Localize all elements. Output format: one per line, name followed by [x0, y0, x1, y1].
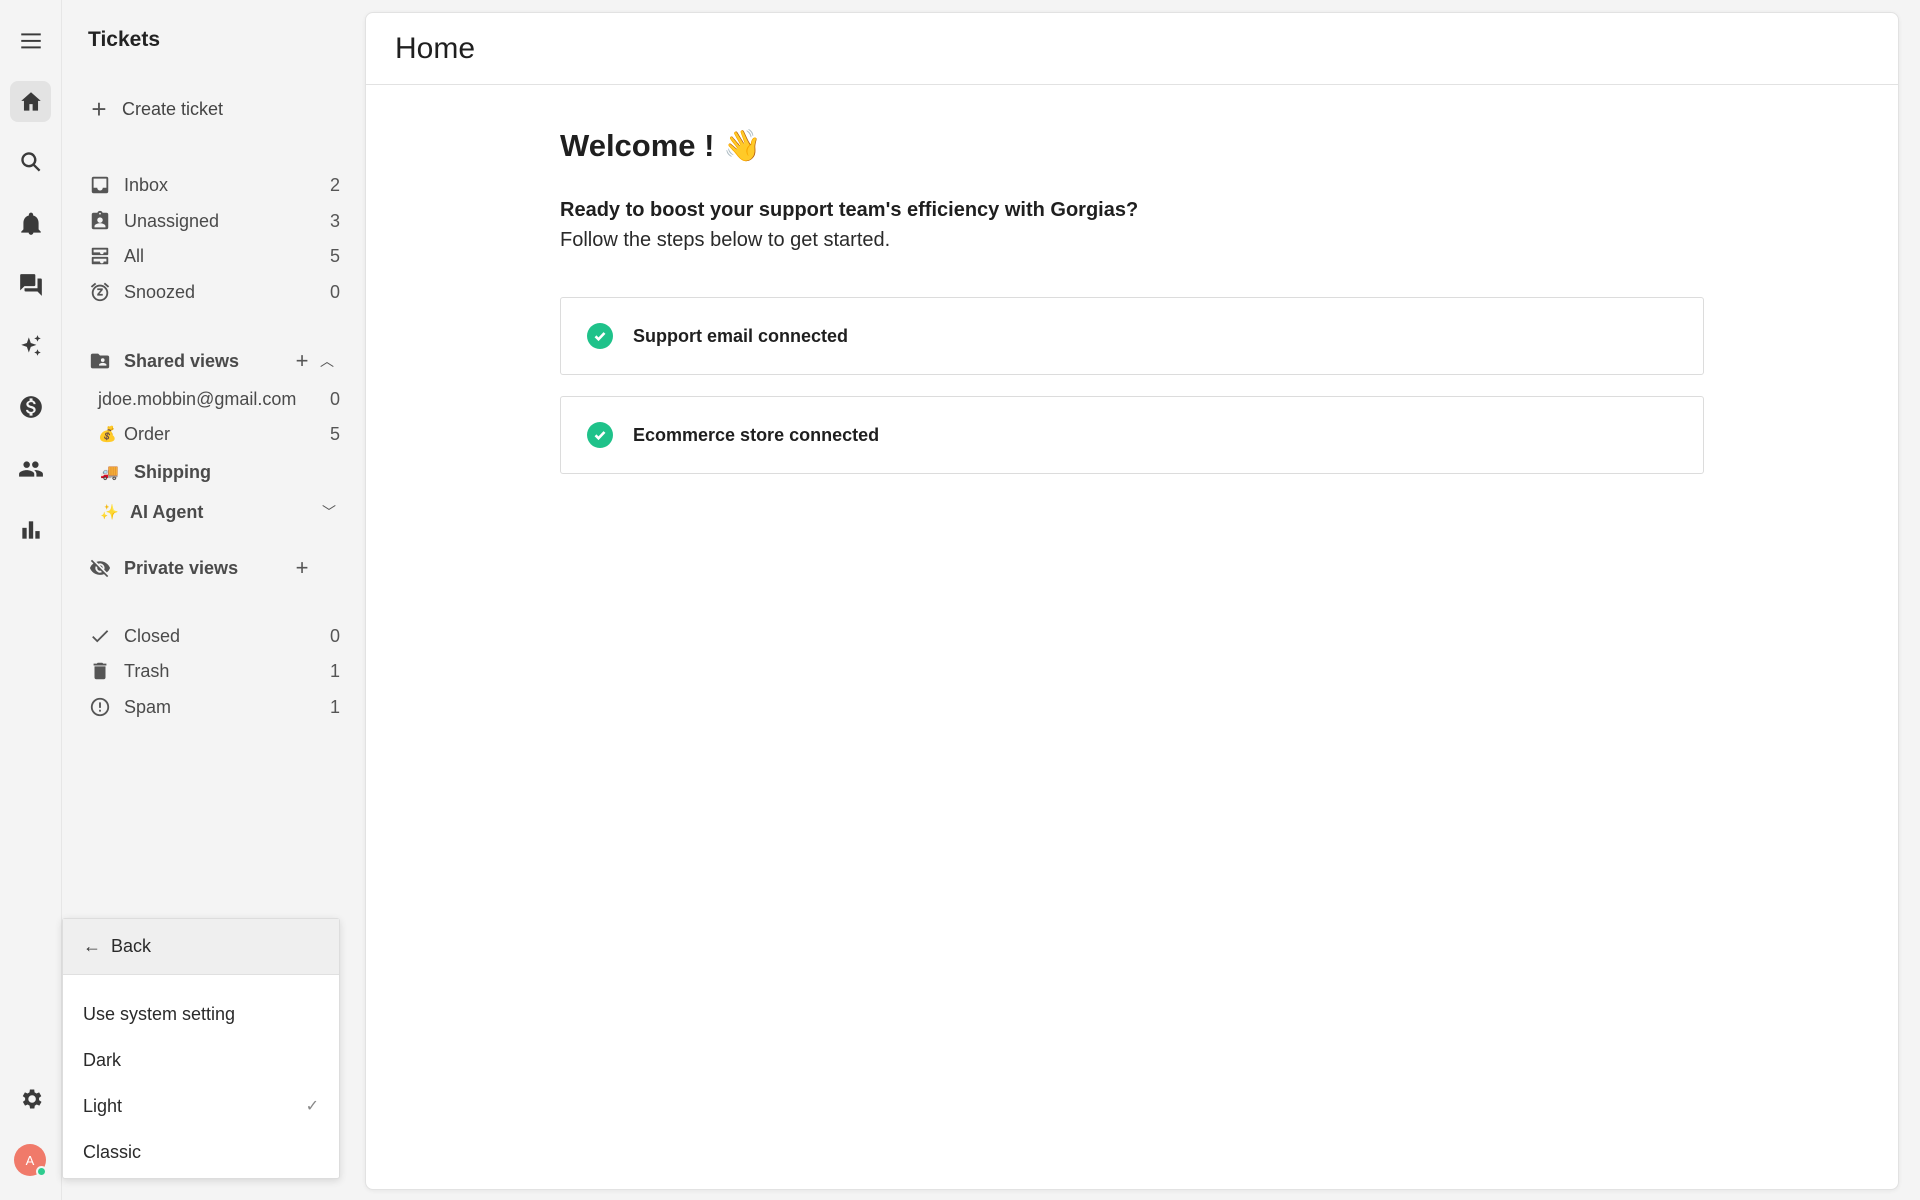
nav-item-label: Closed [124, 625, 181, 646]
view-item-order[interactable]: 💰 Order 5 [98, 417, 340, 451]
view-folder-ai-agent[interactable]: ✨ AI Agent ﹀ [100, 495, 342, 529]
nav-item-label: Snoozed [124, 281, 196, 302]
nav-item-count: 1 [329, 696, 340, 717]
nav-item-count: 1 [329, 660, 340, 681]
view-folder-shipping[interactable]: 🚚 Shipping [100, 455, 342, 489]
truck-icon: 🚚 [100, 464, 119, 481]
theme-option-label: Use system setting [83, 1003, 236, 1024]
users-icon[interactable] [10, 448, 51, 489]
checkmark-icon: ✓ [305, 1098, 319, 1115]
online-status-dot [36, 1166, 47, 1177]
add-private-view-button[interactable]: + [290, 555, 314, 581]
sparkle-icon[interactable] [10, 325, 51, 366]
alert-icon [88, 695, 112, 719]
alarm-icon [88, 280, 112, 304]
back-button[interactable]: ← Back [63, 919, 339, 975]
create-ticket-button[interactable]: + Create ticket [88, 94, 223, 124]
page-title: Home [395, 31, 476, 65]
step-label: Ecommerce store connected [633, 424, 880, 445]
theme-menu: ← Back Use system setting Dark Light ✓ C… [62, 918, 340, 1179]
chat-icon[interactable] [10, 264, 51, 305]
nav-item-count: 5 [329, 245, 340, 266]
create-ticket-label: Create ticket [122, 98, 224, 119]
badge-icon [88, 209, 112, 233]
shared-views-label: Shared views [124, 350, 240, 371]
view-item-email[interactable]: jdoe.mobbin@gmail.com 0 [98, 382, 340, 416]
bar-chart-icon[interactable] [10, 509, 51, 550]
back-label: Back [111, 936, 152, 956]
view-folder-label: Shipping [134, 461, 211, 482]
private-views-label: Private views [124, 557, 239, 578]
view-folder-label: AI Agent [130, 501, 204, 522]
private-views-header[interactable]: Private views + [88, 551, 340, 585]
chevron-down-icon[interactable]: ﹀ [316, 502, 342, 522]
eye-off-icon [88, 556, 112, 580]
sparkles-icon: ✨ [100, 504, 119, 521]
nav-item-label: Spam [124, 696, 172, 717]
theme-option-dark[interactable]: Dark [63, 1037, 339, 1083]
step-label: Support email connected [633, 325, 849, 346]
inbox-icon [88, 173, 112, 197]
theme-option-label: Classic [83, 1141, 142, 1162]
menu-icon[interactable] [10, 20, 51, 61]
shared-views-header[interactable]: Shared views + ︿ [88, 344, 340, 378]
dollar-icon[interactable] [10, 386, 51, 427]
intro-heading: Ready to boost your support team's effic… [560, 199, 1139, 221]
nav-title: Tickets [88, 28, 160, 51]
money-bag-icon: 💰 [98, 426, 117, 443]
tray-icon [88, 244, 112, 268]
nav-item-label: All [124, 245, 145, 266]
theme-option-system[interactable]: Use system setting [63, 991, 339, 1037]
view-item-count: 5 [329, 423, 340, 444]
theme-option-label: Light [83, 1095, 123, 1116]
nav-item-count: 3 [329, 210, 340, 231]
page-header: Home [366, 13, 1898, 85]
shared-folder-icon [88, 349, 112, 373]
view-item-count: 0 [329, 388, 340, 409]
avatar-initial: A [25, 1152, 35, 1168]
nav-item-trash[interactable]: Trash 1 [88, 654, 340, 688]
step-support-email[interactable]: Support email connected [560, 297, 1704, 375]
search-icon[interactable] [10, 141, 51, 182]
nav-item-label: Trash [124, 660, 170, 681]
nav-item-unassigned[interactable]: Unassigned 3 [88, 204, 340, 238]
check-icon [88, 624, 112, 648]
plus-icon: + [91, 94, 107, 124]
nav-item-label: Unassigned [124, 210, 220, 231]
view-item-label: Order [124, 423, 171, 444]
theme-option-classic[interactable]: Classic [63, 1129, 339, 1175]
nav-item-closed[interactable]: Closed 0 [88, 619, 340, 653]
theme-option-label: Dark [83, 1049, 122, 1070]
chevron-up-icon[interactable]: ︿ [314, 351, 340, 371]
view-item-label: jdoe.mobbin@gmail.com [98, 388, 297, 409]
step-ecommerce-store[interactable]: Ecommerce store connected [560, 396, 1704, 474]
welcome-heading: Welcome ! 👋 [560, 128, 762, 163]
trash-icon [88, 659, 112, 683]
nav-item-inbox[interactable]: Inbox 2 [88, 168, 340, 202]
icon-rail: A [0, 0, 62, 1200]
nav-item-spam[interactable]: Spam 1 [88, 690, 340, 724]
gear-icon[interactable] [10, 1078, 51, 1119]
nav-item-label: Inbox [124, 174, 169, 195]
nav-item-count: 0 [329, 625, 340, 646]
check-circle-icon [587, 422, 613, 448]
arrow-left-icon: ← [83, 936, 101, 956]
nav-item-snoozed[interactable]: Snoozed 0 [88, 275, 340, 309]
check-circle-icon [587, 323, 613, 349]
bell-icon[interactable] [10, 203, 51, 244]
add-shared-view-button[interactable]: + [290, 348, 314, 374]
nav-item-all[interactable]: All 5 [88, 239, 340, 273]
intro-text: Follow the steps below to get started. [560, 229, 891, 251]
home-icon[interactable] [10, 81, 51, 122]
theme-option-light[interactable]: Light ✓ [63, 1083, 339, 1129]
avatar[interactable]: A [14, 1144, 47, 1177]
nav-item-count: 2 [329, 174, 340, 195]
nav-item-count: 0 [329, 281, 340, 302]
main-panel: Home Welcome ! 👋 Ready to boost your sup… [365, 12, 1899, 1190]
